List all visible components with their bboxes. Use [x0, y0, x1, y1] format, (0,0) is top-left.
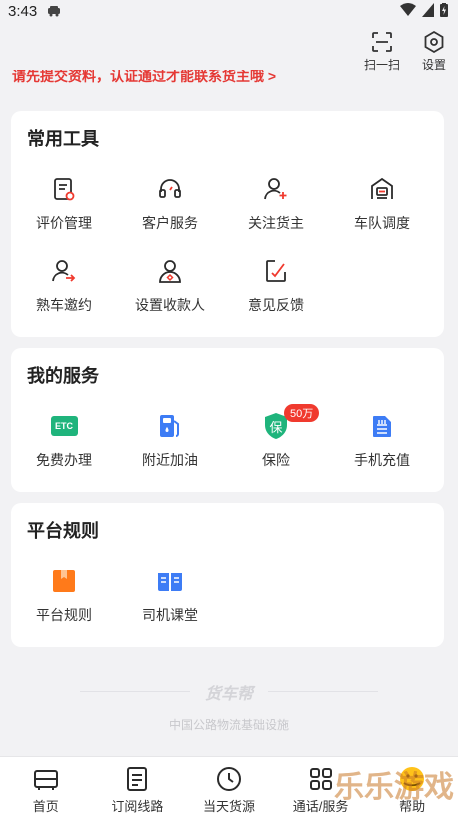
tool-fleet-dispatch-label: 车队调度: [354, 215, 410, 231]
footer-slogan: 中国公路物流基础设施: [168, 718, 289, 732]
battery-icon: [440, 3, 448, 17]
home-truck-icon: [33, 770, 58, 790]
footer-divider-right: [268, 691, 378, 692]
tool-set-payee-label: 设置收款人: [135, 297, 205, 313]
rules-item-platform-rules-label: 平台规则: [36, 607, 92, 623]
service-fuel-label: 附近加油: [142, 452, 198, 468]
tool-follow-shipper-label: 关注货主: [248, 215, 304, 231]
tool-feedback-label: 意见反馈: [248, 297, 304, 313]
scan-button[interactable]: 扫一扫: [364, 30, 400, 73]
tools-card: 常用工具 评价管理 客户服务 关注货主 车队调度 熟车邀约 设置收款人 意见反馈: [11, 111, 444, 337]
classroom-icon: [156, 567, 184, 595]
rules-item-driver-class[interactable]: 司机课堂: [117, 567, 223, 625]
tool-set-payee[interactable]: 设置收款人: [117, 257, 223, 315]
signal-icon: [422, 3, 434, 17]
service-topup-label: 手机充值: [354, 452, 410, 468]
rules-item-platform-rules[interactable]: 平台规则: [11, 567, 117, 625]
tool-feedback[interactable]: 意见反馈: [223, 257, 329, 315]
settings-icon: [424, 30, 444, 54]
wifi-icon: [400, 3, 416, 16]
car-icon: [48, 6, 61, 17]
tool-review[interactable]: 评价管理: [11, 175, 117, 233]
service-topup[interactable]: 手机充值: [329, 412, 435, 470]
tool-customer-service-label: 客户服务: [142, 215, 198, 231]
service-insurance-label: 保险: [262, 452, 290, 468]
payee-icon: [156, 257, 184, 285]
nav-home-label: 首页: [32, 799, 59, 814]
clock-icon: [216, 767, 241, 791]
nav-today-cargo[interactable]: 当天货源: [183, 757, 275, 820]
etc-icon-text: ETC: [50, 416, 78, 436]
service-etc[interactable]: ETC 免费办理: [11, 412, 117, 470]
nav-subscribe-routes[interactable]: 订阅线路: [92, 757, 184, 820]
subscribe-icon: [127, 767, 148, 791]
status-bar: 3:43: [0, 0, 458, 22]
settings-button[interactable]: 设置: [422, 30, 446, 73]
insurance-icon: 保 50万: [262, 404, 320, 440]
service-etc-label: 免费办理: [36, 452, 92, 468]
tools-title: 常用工具: [27, 129, 99, 149]
nav-home[interactable]: 首页: [0, 757, 92, 820]
footer-brand-logo: 货车帮: [204, 686, 253, 703]
fuel-icon: [156, 412, 184, 440]
tool-customer-service[interactable]: 客户服务: [117, 175, 223, 233]
rules-card: 平台规则 平台规则 司机课堂: [11, 503, 444, 647]
headset-icon: [156, 175, 184, 203]
settings-label: 设置: [421, 58, 446, 72]
fleet-icon: [368, 175, 396, 203]
tool-invite-driver[interactable]: 熟车邀约: [11, 257, 117, 315]
invite-icon: [50, 257, 78, 285]
sim-card-icon: [368, 412, 396, 440]
nav-subscribe-routes-label: 订阅线路: [111, 799, 164, 814]
footer-divider-left: [80, 691, 190, 692]
rules-item-driver-class-label: 司机课堂: [142, 607, 198, 623]
tool-review-label: 评价管理: [36, 215, 92, 231]
services-card: 我的服务 ETC 免费办理 附近加油 保 50万 保险 手机充值: [11, 348, 444, 492]
service-fuel[interactable]: 附近加油: [117, 412, 223, 470]
services-title: 我的服务: [27, 366, 99, 386]
grid-icon: [309, 768, 332, 790]
insurance-icon-text: 保: [269, 419, 283, 435]
rulebook-icon: [50, 567, 78, 595]
scan-icon: [372, 32, 392, 52]
etc-icon: ETC: [50, 412, 78, 440]
tool-invite-driver-label: 熟车邀约: [36, 297, 92, 313]
service-insurance[interactable]: 保 50万 保险: [223, 404, 329, 470]
status-time: 3:43: [8, 2, 38, 20]
rules-title: 平台规则: [27, 521, 99, 541]
scan-label: 扫一扫: [363, 58, 400, 72]
follow-user-icon: [262, 175, 290, 203]
tool-follow-shipper[interactable]: 关注货主: [223, 175, 329, 233]
insurance-badge: 50万: [284, 404, 320, 422]
footer-brand-block: 货车帮 中国公路物流基础设施: [0, 680, 458, 733]
tool-fleet-dispatch[interactable]: 车队调度: [329, 175, 435, 233]
watermark-text: 乐乐游戏: [334, 771, 454, 804]
feedback-icon: [262, 257, 290, 285]
review-icon: [50, 175, 78, 203]
verification-notice[interactable]: 请先提交资料，认证通过才能联系货主哦 >: [12, 70, 276, 88]
nav-today-cargo-label: 当天货源: [202, 799, 255, 814]
top-actions: 扫一扫 设置: [364, 30, 446, 73]
